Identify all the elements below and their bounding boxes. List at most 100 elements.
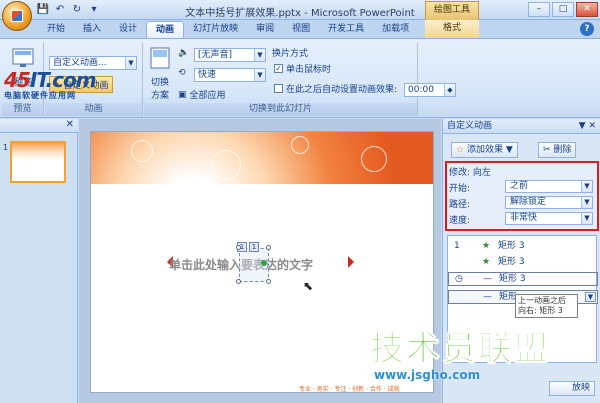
apply-all-label: 全部应用 [189, 91, 226, 101]
delete-icon: ✂ [543, 145, 551, 155]
list-item[interactable]: ★ 矩形 3 [448, 256, 598, 270]
slide-thumbnail[interactable] [10, 141, 66, 183]
group-label-animation: 动画 [45, 103, 142, 116]
effect-properties-box: 修改: 向左 开始: 之前 ▼ 路径: 解除锁定 ▼ 速度: 非常快 ▼ [445, 161, 599, 231]
on-click-label: 单击鼠标时 [286, 65, 332, 75]
tab-format[interactable]: 格式 [425, 20, 479, 38]
tab-home[interactable]: 开始 [38, 21, 74, 38]
switch-mode-title: 换片方式 [272, 46, 308, 59]
resize-handle[interactable] [236, 279, 241, 284]
context-tab-drawing-tools: 绘图工具 [425, 1, 479, 20]
tab-slideshow[interactable]: 幻灯片放映 [184, 21, 247, 38]
resize-handle[interactable] [236, 245, 241, 250]
speed-combo-pane-value: 非常快 [510, 213, 538, 223]
auto-time-value: 00:00 [408, 85, 434, 95]
chevron-down-icon: ▼ [581, 197, 592, 208]
effect-star-icon: ★ [482, 257, 491, 267]
list-item[interactable]: ◷ — 矩形 3 [448, 272, 598, 286]
auto-after-checkbox[interactable]: 在此之后自动设置动画效果: [274, 82, 397, 95]
logo-part-red: 45 [4, 68, 31, 92]
switch-mode-title-text: 换片方式 [272, 49, 309, 59]
minimize-button[interactable]: – [528, 2, 550, 17]
list-item[interactable]: 1 ★ 矩形 3 [448, 240, 598, 254]
auto-after-label: 在此之后自动设置动画效果: [286, 85, 398, 95]
transition-scheme-icon [150, 47, 170, 69]
slide-thumbnail-number: 1 [3, 143, 9, 152]
tab-insert[interactable]: 插入 [74, 21, 110, 38]
apply-all-icon: ▣ [178, 89, 187, 100]
flower-decoration [361, 146, 387, 172]
start-combo-value: 之前 [510, 181, 529, 191]
resize-handle[interactable] [266, 279, 271, 284]
motion-path-end-icon [348, 256, 354, 268]
rotation-handle[interactable] [261, 260, 267, 266]
speed-combo[interactable]: 快速 ▼ [194, 68, 266, 82]
logo-wordmark: 45IT.com [4, 70, 124, 90]
tab-view[interactable]: 视图 [283, 21, 319, 38]
pane-options-close-icon[interactable]: ▼ ✕ [579, 119, 596, 133]
ribbon-tab-row: 开始 插入 设计 动画 幻灯片放映 审阅 视图 开发工具 加载项 格式 ? [0, 20, 600, 38]
flower-decoration [131, 140, 153, 162]
chevron-down-icon: ▼ [254, 69, 265, 81]
window-title: 文本中括号扩展效果.pptx - Microsoft PowerPoint [185, 8, 415, 19]
group-label-transition: 切换到此幻灯片 [144, 103, 417, 116]
speed-label: 速度: [449, 216, 471, 226]
maximize-button[interactable]: □ [552, 2, 574, 17]
speed-combo-value: 快速 [198, 70, 217, 80]
effect-star-icon: ★ [482, 241, 491, 251]
path-combo-value: 解除锁定 [510, 197, 547, 207]
slides-pane: ✕ 1 [0, 119, 78, 403]
tab-developer[interactable]: 开发工具 [319, 21, 373, 38]
site-logo: 45IT.com 电脑软硬件应用网 [4, 70, 124, 101]
slides-pane-tabs: ✕ [0, 119, 78, 133]
resize-handle[interactable] [266, 245, 271, 250]
chevron-down-icon: ▼ [505, 145, 513, 155]
mouse-cursor-icon: ⬉ [303, 279, 314, 293]
watermark: 技术员联盟 www.jsgho.com [370, 329, 590, 383]
chevron-down-icon: ▼ [581, 213, 592, 224]
speed-combo-pane[interactable]: 非常快 ▼ [505, 212, 593, 225]
sound-combo-value: [无声音] [198, 50, 233, 60]
list-item-label: 矩形 3 [498, 241, 525, 251]
watermark-title: 技术员联盟 [370, 329, 550, 369]
animation-combo-value: 自定义动画... [53, 58, 107, 68]
start-label: 开始: [449, 184, 471, 194]
slide-banner-decoration [91, 132, 433, 184]
on-click-check: ✓ [274, 64, 283, 73]
help-icon[interactable]: ? [580, 22, 594, 36]
add-effect-icon: ☆ [456, 145, 465, 155]
chevron-down-icon: ▼ [125, 57, 136, 69]
on-click-checkbox[interactable]: ✓ 单击鼠标时 [274, 62, 331, 75]
clock-icon: ◷ [455, 274, 463, 284]
transition-scheme-button[interactable]: 切换 方案 [146, 46, 174, 101]
sound-row: 🔈 [178, 48, 189, 58]
logo-subtitle: 电脑软硬件应用网 [4, 91, 76, 100]
add-effect-button[interactable]: ☆ 添加效果 ▼ [451, 142, 518, 158]
tab-addins[interactable]: 加载项 [373, 21, 418, 38]
chevron-down-icon: ▼ [581, 181, 592, 192]
list-item-label: 矩形 3 [498, 257, 525, 267]
logo-part-suffix: .com [45, 68, 97, 92]
speed-row: ⟲ [178, 68, 186, 78]
apply-all-button[interactable]: ▣ 全部应用 [178, 88, 226, 102]
watermark-url: www.jsgho.com [374, 368, 481, 382]
chevron-down-icon: ▼ [254, 49, 265, 61]
tab-design[interactable]: 设计 [110, 21, 146, 38]
ribbon-tabs: 开始 插入 设计 动画 幻灯片放映 审阅 视图 开发工具 加载项 [38, 21, 418, 38]
path-combo[interactable]: 解除锁定 ▼ [505, 196, 593, 209]
delete-effect-button[interactable]: ✂ 删除 [538, 142, 577, 158]
sound-combo[interactable]: [无声音] ▼ [194, 48, 266, 62]
tab-animation[interactable]: 动画 [146, 21, 185, 38]
chevron-down-icon[interactable]: ▼ [585, 292, 596, 302]
play-button[interactable]: 放映 [549, 381, 595, 396]
add-effect-label: 添加效果 [466, 145, 503, 155]
close-button[interactable]: ✕ [576, 2, 598, 17]
tab-review[interactable]: 审阅 [247, 21, 283, 38]
speed-icon: ⟲ [178, 68, 186, 78]
start-combo[interactable]: 之前 ▼ [505, 180, 593, 193]
auto-time-input[interactable]: 00:00 ◆ [404, 83, 456, 97]
modify-label: 修改: 向左 [449, 168, 491, 178]
close-icon[interactable]: ✕ [66, 119, 74, 130]
office-button[interactable] [2, 1, 32, 31]
tooltip-line-1: 上一动画之后 [518, 296, 566, 305]
